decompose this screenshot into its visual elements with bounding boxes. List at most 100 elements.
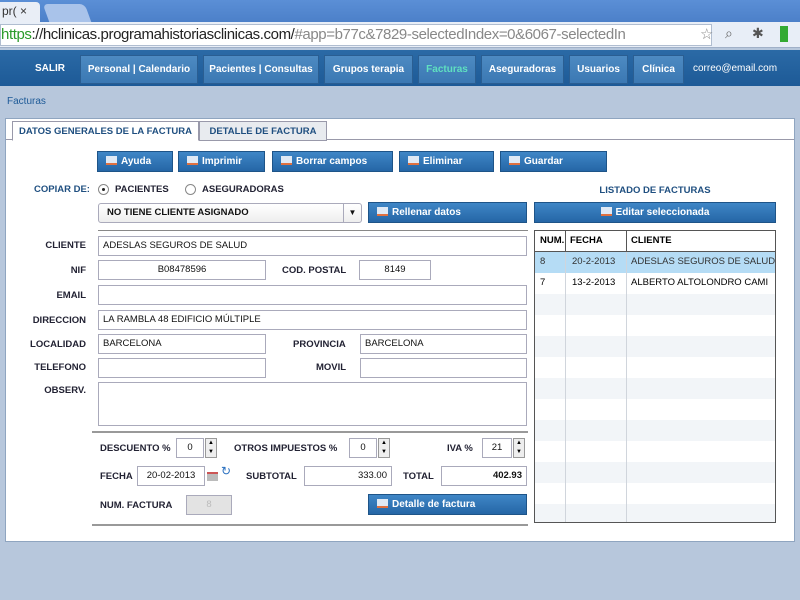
- nav-grupos-terapia[interactable]: Grupos terapia: [324, 55, 413, 84]
- radio-aseguradoras[interactable]: [185, 184, 196, 195]
- descuento-stepper[interactable]: ▲ ▼: [205, 438, 217, 458]
- detail-icon: [377, 499, 388, 508]
- fill-icon: [377, 207, 388, 216]
- subtotal-field[interactable]: 333.00: [304, 466, 392, 486]
- label: Editar seleccionada: [615, 207, 710, 218]
- refresh-icon[interactable]: ↻: [221, 464, 231, 478]
- cod-postal-field[interactable]: 8149: [359, 260, 431, 280]
- col-cliente[interactable]: CLIENTE: [631, 231, 672, 251]
- nav-pacientes-consultas[interactable]: Pacientes | Consultas: [203, 55, 319, 84]
- radio-pacientes-label: PACIENTES: [115, 184, 169, 195]
- table-row[interactable]: 7 13-2-2013 ALBERTO ALTOLONDRO CAMI: [535, 273, 775, 294]
- movil-label: MOVIL: [316, 362, 347, 373]
- facturas-table: NUM. FECHA CLIENTE 8 20-2-2013 ADESLAS S…: [534, 230, 776, 523]
- select-value: NO TIENE CLIENTE ASIGNADO: [107, 207, 249, 218]
- direccion-label: DIRECCION: [32, 315, 86, 326]
- direccion-field[interactable]: LA RAMBLA 48 EDIFICIO MÚLTIPLE: [98, 310, 527, 330]
- telefono-field[interactable]: [98, 358, 266, 378]
- empty-table-row: [535, 294, 775, 315]
- label: Rellenar datos: [392, 207, 461, 218]
- ayuda-button[interactable]: Ayuda: [97, 151, 173, 172]
- empty-table-row: [535, 315, 775, 336]
- help-icon: [106, 156, 117, 165]
- rellenar-datos-button[interactable]: Rellenar datos: [368, 202, 527, 223]
- radio-pacientes[interactable]: [98, 184, 109, 195]
- extension-icon-2[interactable]: ✱: [752, 25, 764, 42]
- provincia-field[interactable]: BARCELONA: [360, 334, 527, 354]
- movil-field[interactable]: [360, 358, 527, 378]
- label: Borrar campos: [296, 156, 368, 167]
- total-field[interactable]: 402.93: [441, 466, 527, 486]
- iva-field[interactable]: 21: [482, 438, 512, 458]
- calendar-icon[interactable]: [207, 472, 218, 481]
- browser-tab-strip: pr( ×: [0, 0, 800, 22]
- empty-table-row: [535, 399, 775, 420]
- cliente-field[interactable]: ADESLAS SEGUROS DE SALUD: [98, 236, 527, 256]
- observ-label: OBSERV.: [44, 385, 86, 396]
- tab-title: pr(: [2, 4, 17, 18]
- otros-impuestos-stepper[interactable]: ▲ ▼: [378, 438, 390, 458]
- nav-usuarios[interactable]: Usuarios: [569, 55, 628, 84]
- tab-detalle-factura[interactable]: DETALLE DE FACTURA: [199, 121, 327, 141]
- fecha-label: FECHA: [100, 471, 133, 482]
- guardar-button[interactable]: Guardar: [500, 151, 607, 172]
- num-factura-field: 8: [186, 495, 232, 515]
- descuento-field[interactable]: 0: [176, 438, 204, 458]
- radio-aseguradoras-label: ASEGURADORAS: [202, 184, 284, 195]
- empty-table-row: [535, 441, 775, 462]
- listado-title: LISTADO DE FACTURAS: [599, 185, 711, 196]
- breadcrumb: Facturas: [7, 96, 46, 107]
- nav-personal-calendario[interactable]: Personal | Calendario: [80, 55, 198, 84]
- table-row[interactable]: 8 20-2-2013 ADESLAS SEGUROS DE SALUD: [535, 252, 775, 273]
- url-host: ://hclinicas.programahistoriasclinicas.c…: [31, 26, 295, 43]
- localidad-field[interactable]: BARCELONA: [98, 334, 266, 354]
- empty-table-row: [535, 378, 775, 399]
- col-fecha[interactable]: FECHA: [570, 231, 603, 251]
- edit-icon: [600, 207, 612, 216]
- nav-facturas[interactable]: Facturas: [418, 55, 476, 84]
- empty-table-row: [535, 504, 775, 522]
- chevron-down-icon: ▼: [343, 204, 361, 222]
- nif-field[interactable]: B08478596: [98, 260, 266, 280]
- fecha-field[interactable]: 20-02-2013: [137, 466, 205, 486]
- descuento-label: DESCUENTO %: [100, 443, 171, 454]
- extension-icon[interactable]: ⌕: [725, 25, 733, 42]
- nav-aseguradoras[interactable]: Aseguradoras: [481, 55, 564, 84]
- otros-impuestos-label: OTROS IMPUESTOS %: [234, 443, 338, 454]
- close-tab-icon[interactable]: ×: [20, 4, 27, 18]
- total-label: TOTAL: [403, 471, 434, 482]
- cell-fecha: 20-2-2013: [572, 256, 616, 267]
- detalle-factura-button[interactable]: Detalle de factura: [368, 494, 527, 515]
- new-tab-button[interactable]: [42, 4, 92, 22]
- label: Ayuda: [121, 156, 152, 167]
- browser-tab[interactable]: pr( ×: [0, 2, 40, 22]
- observ-textarea[interactable]: [98, 382, 527, 426]
- email-label: EMAIL: [56, 290, 86, 301]
- imprimir-button[interactable]: Imprimir: [178, 151, 265, 172]
- cell-cliente: ALBERTO ALTOLONDRO CAMI: [631, 277, 769, 288]
- extension-icon-3[interactable]: [780, 26, 788, 42]
- otros-impuestos-field[interactable]: 0: [349, 438, 377, 458]
- email-field[interactable]: [98, 285, 527, 305]
- nav-salir[interactable]: SALIR: [35, 55, 65, 84]
- cliente-label: CLIENTE: [45, 240, 86, 251]
- clear-icon: [281, 156, 292, 165]
- col-num[interactable]: NUM.: [540, 231, 564, 251]
- client-select[interactable]: NO TIENE CLIENTE ASIGNADO ▼: [98, 203, 362, 223]
- num-factura-label: NUM. FACTURA: [100, 500, 173, 511]
- editar-seleccionada-button[interactable]: Editar seleccionada: [534, 202, 776, 223]
- empty-table-row: [535, 336, 775, 357]
- eliminar-button[interactable]: Eliminar: [399, 151, 494, 172]
- nav-clinica[interactable]: Clínica: [633, 55, 684, 84]
- star-icon[interactable]: ☆: [700, 25, 713, 43]
- cod-postal-label: COD. POSTAL: [282, 265, 347, 276]
- url-input[interactable]: https://hclinicas.programahistoriasclini…: [0, 24, 712, 46]
- user-email[interactable]: correo@email.com: [693, 55, 777, 84]
- borrar-campos-button[interactable]: Borrar campos: [272, 151, 393, 172]
- iva-stepper[interactable]: ▲ ▼: [513, 438, 525, 458]
- provincia-label: PROVINCIA: [293, 339, 346, 350]
- label: Guardar: [524, 156, 563, 167]
- nif-label: NIF: [70, 265, 86, 276]
- telefono-label: TELEFONO: [34, 362, 86, 373]
- tab-datos-generales[interactable]: DATOS GENERALES DE LA FACTURA: [12, 121, 199, 141]
